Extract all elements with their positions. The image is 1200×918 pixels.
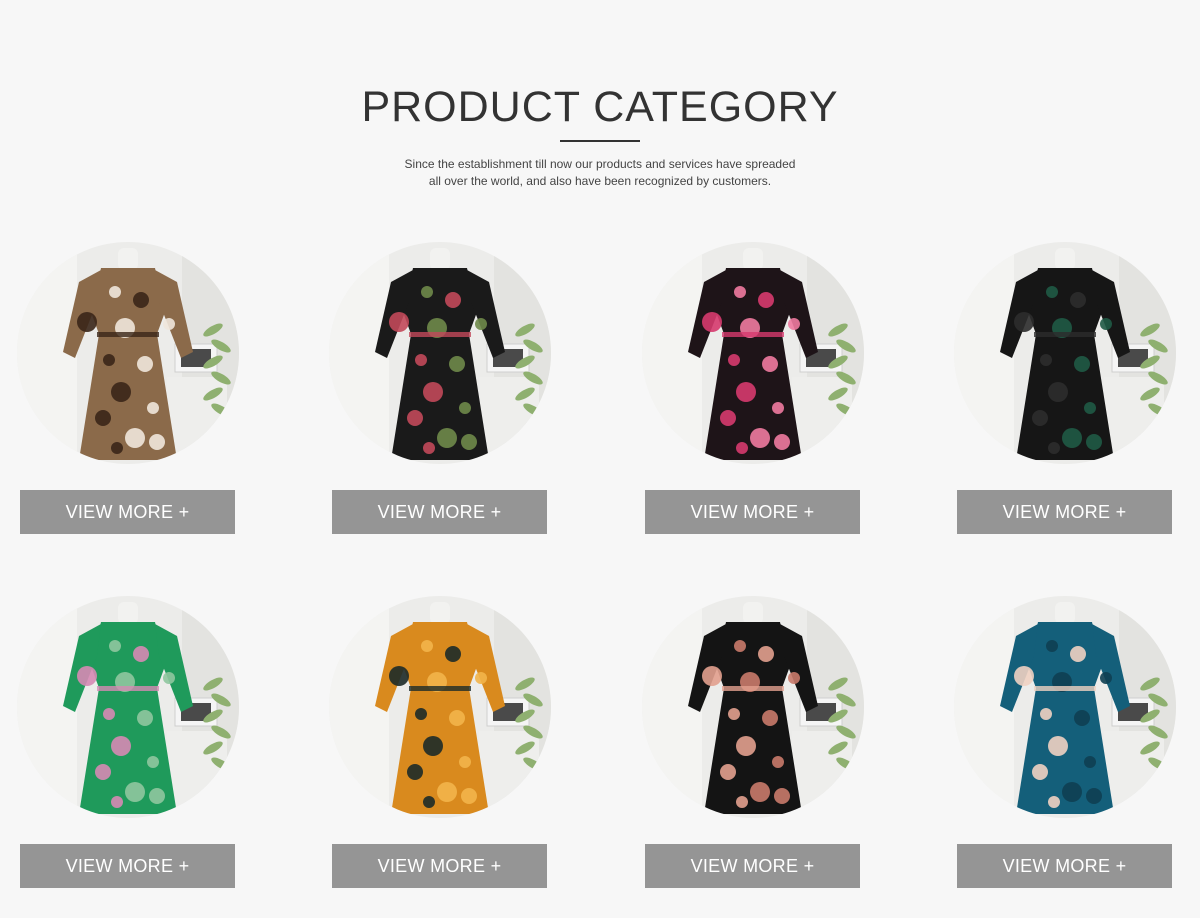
product-image[interactable] <box>17 596 239 818</box>
product-image[interactable] <box>642 596 864 818</box>
view-more-button[interactable]: VIEW MORE + <box>332 844 547 888</box>
page-title: PRODUCT CATEGORY <box>361 83 839 131</box>
product-photo <box>329 242 551 464</box>
title-underline <box>560 140 640 142</box>
product-image[interactable] <box>329 596 551 818</box>
product-photo <box>329 596 551 818</box>
product-photo <box>954 596 1176 818</box>
view-more-button[interactable]: VIEW MORE + <box>20 844 235 888</box>
view-more-button[interactable]: VIEW MORE + <box>20 490 235 534</box>
product-image[interactable] <box>17 242 239 464</box>
product-photo <box>642 596 864 818</box>
subtitle-line-2: all over the world, and also have been r… <box>428 174 772 188</box>
view-more-button[interactable]: VIEW MORE + <box>957 844 1172 888</box>
product-photo <box>954 242 1176 464</box>
product-image[interactable] <box>642 242 864 464</box>
view-more-button[interactable]: VIEW MORE + <box>957 490 1172 534</box>
view-more-button[interactable]: VIEW MORE + <box>332 490 547 534</box>
product-photo <box>642 242 864 464</box>
product-photo <box>17 596 239 818</box>
view-more-button[interactable]: VIEW MORE + <box>645 490 860 534</box>
product-image[interactable] <box>954 242 1176 464</box>
subtitle-line-1: Since the establishment till now our pro… <box>404 157 796 171</box>
view-more-button[interactable]: VIEW MORE + <box>645 844 860 888</box>
product-image[interactable] <box>954 596 1176 818</box>
page-subtitle: Since the establishment till now our pro… <box>380 156 820 190</box>
product-image[interactable] <box>329 242 551 464</box>
product-photo <box>17 242 239 464</box>
